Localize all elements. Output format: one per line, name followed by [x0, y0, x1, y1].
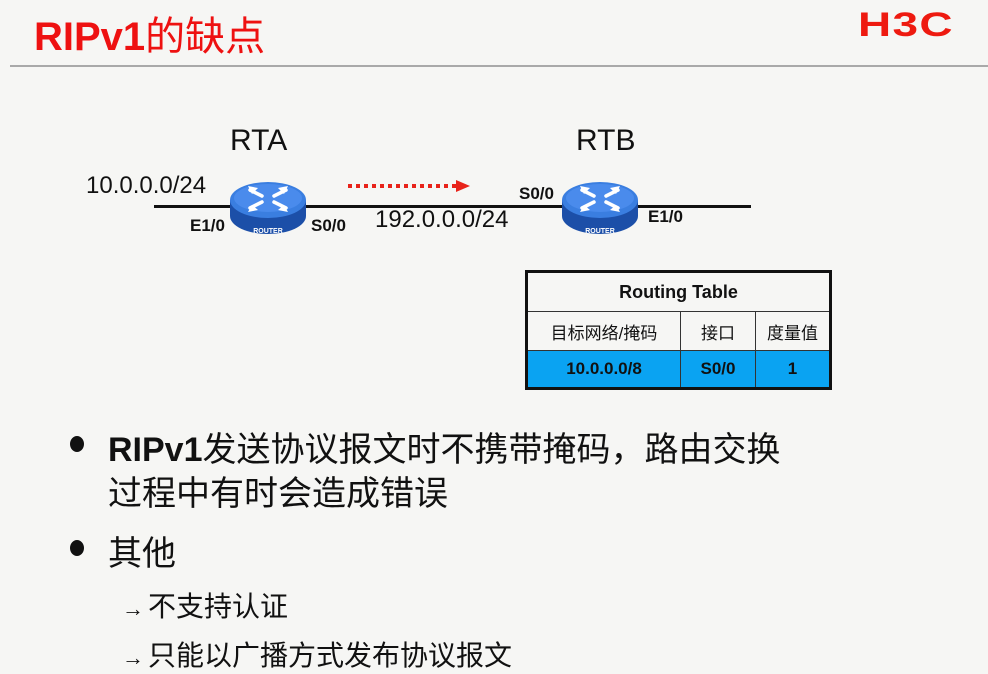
title-latin: RIPv1 — [34, 15, 146, 59]
bullet-1-line-1: RIPv1发送协议报文时不携带掩码，路由交换 — [108, 422, 781, 471]
header-destination: 目标网络/掩码 — [526, 311, 681, 351]
rtb-router-text: ROUTER — [585, 228, 615, 235]
rta-router-text: ROUTER — [253, 228, 283, 235]
header-metric: 度量值 — [755, 311, 831, 351]
h3c-logo: H3C — [858, 6, 954, 44]
sub-item-text: 不支持认证 — [148, 591, 289, 622]
rta-s0-0-label: S0/0 — [311, 216, 346, 235]
bullet-2: 其他 — [108, 535, 176, 573]
rtb-e1-0-label: E1/0 — [648, 207, 683, 226]
cell-interface: S0/0 — [680, 350, 756, 389]
rtb-s0-0-label: S0/0 — [519, 184, 554, 203]
header-interface: 接口 — [680, 311, 756, 351]
rta-e1-0-label: E1/0 — [190, 216, 225, 235]
arrow-right-icon: → — [122, 596, 144, 621]
update-direction-arrow-icon — [348, 180, 470, 192]
cell-metric: 1 — [755, 350, 831, 389]
arrow-right-icon: → — [122, 645, 144, 670]
middle-network-label: 192.0.0.0/24 — [375, 206, 509, 233]
left-network-label: 10.0.0.0/24 — [86, 172, 207, 199]
bullet-1-bold: RIPv1 — [108, 431, 203, 469]
rtb-name: RTB — [576, 124, 636, 157]
rta-name: RTA — [230, 124, 288, 157]
cell-destination: 10.0.0.0/8 — [526, 350, 681, 389]
bullet-1-line-2: 过程中有时会造成错误 — [108, 475, 448, 513]
bullet-1-text: 发送协议报文时不携带掩码，路由交换 — [202, 431, 781, 469]
bullet-dot-icon — [70, 540, 84, 556]
serial-link — [300, 205, 570, 208]
rta-router-icon: ROUTER — [230, 182, 306, 235]
sub-item: → 不支持认证 — [122, 585, 288, 625]
routing-table-caption: Routing Table — [526, 271, 831, 312]
sub-item-text: 只能以广播方式发布协议报文 — [148, 640, 513, 671]
sub-item: → 只能以广播方式发布协议报文 — [122, 634, 512, 674]
left-link — [154, 205, 239, 208]
table-row: 10.0.0.0/8 S0/0 1 — [526, 350, 831, 389]
slide-title: RIPv1的缺点 — [34, 4, 265, 62]
rtb-router-icon: ROUTER — [562, 182, 638, 235]
routing-table: Routing Table 目标网络/掩码 接口 度量值 10.0.0.0/8 … — [525, 270, 832, 390]
title-divider — [10, 65, 988, 67]
bullet-dot-icon — [70, 436, 84, 452]
title-cjk: 的缺点 — [145, 15, 266, 59]
